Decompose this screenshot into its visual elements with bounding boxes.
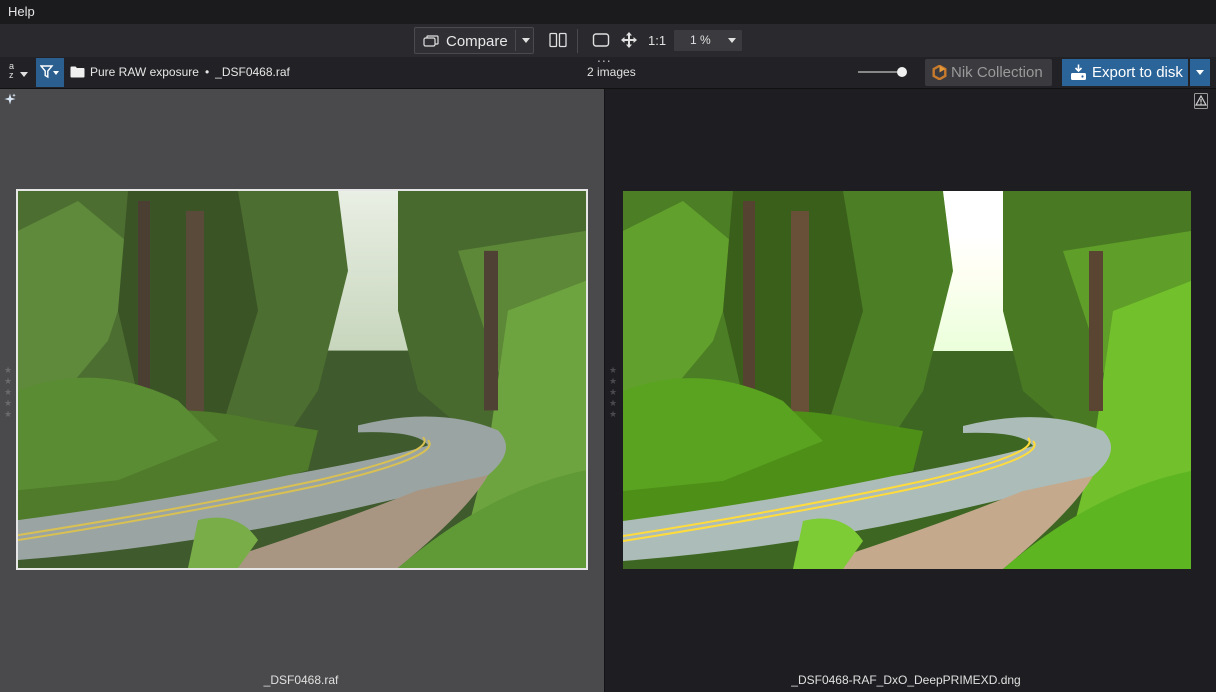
compare-icon (423, 35, 439, 47)
chevron-down-icon (728, 38, 736, 43)
star-icon[interactable]: ★ (4, 387, 12, 397)
breadcrumb-folder[interactable]: Pure RAW exposure (90, 65, 199, 79)
export-to-disk-button[interactable]: Export to disk (1062, 59, 1188, 86)
compare-button[interactable]: Compare (414, 27, 534, 54)
sort-button[interactable]: az (6, 60, 32, 86)
breadcrumb: Pure RAW exposure • _DSF0468.raf (90, 65, 290, 79)
toolbar-separator (577, 29, 578, 53)
warning-icon (1194, 93, 1208, 109)
nik-collection-button[interactable]: Nik Collection (925, 59, 1052, 86)
chevron-down-icon[interactable] (520, 34, 532, 46)
star-icon[interactable]: ★ (4, 376, 12, 386)
star-icon[interactable]: ★ (609, 365, 617, 375)
sparkle-icon (4, 93, 16, 105)
split-view-icon[interactable] (549, 32, 567, 48)
nik-logo-icon (932, 65, 947, 80)
star-icon[interactable]: ★ (4, 409, 12, 419)
nik-collection-label: Nik Collection (951, 64, 1043, 81)
compare-label: Compare (446, 33, 508, 50)
menu-bar: Help (0, 0, 1216, 24)
star-rating[interactable]: ★ ★ ★ ★ ★ (609, 365, 619, 420)
folder-icon (70, 66, 85, 78)
menu-help[interactable]: Help (8, 4, 35, 19)
chevron-down-icon (20, 72, 28, 77)
path-bar: az Pure RAW exposure • _DSF0468.raf ... 2 … (0, 49, 1216, 89)
slider-thumb[interactable] (897, 67, 907, 77)
viewer-pane-processed[interactable]: ★ ★ ★ ★ ★ _DSF0468-RAF_DxO_DeepPRIMEXD.d… (605, 89, 1216, 692)
zoom-select[interactable]: 1 % (674, 30, 742, 51)
move-icon[interactable] (620, 31, 638, 49)
star-rating[interactable]: ★ ★ ★ ★ ★ (4, 365, 14, 420)
forest-road-photo (18, 191, 586, 568)
compare-divider (515, 30, 516, 51)
photo-original[interactable] (16, 189, 588, 570)
filter-button[interactable] (36, 58, 64, 87)
fit-screen-icon[interactable] (592, 32, 610, 48)
export-options-button[interactable] (1190, 59, 1210, 86)
star-icon[interactable]: ★ (4, 398, 12, 408)
star-icon[interactable]: ★ (609, 376, 617, 386)
export-to-disk-label: Export to disk (1092, 64, 1183, 81)
photo-processed[interactable] (623, 191, 1191, 569)
breadcrumb-separator: • (204, 65, 210, 79)
filter-icon (40, 65, 59, 79)
viewer-pane-original[interactable]: ★ ★ ★ ★ ★ _DSF0468.raf (0, 89, 604, 692)
image-count: 2 images (587, 65, 636, 79)
star-icon[interactable]: ★ (609, 387, 617, 397)
zoom-100-button[interactable]: 1:1 (648, 33, 666, 48)
star-icon[interactable]: ★ (609, 409, 617, 419)
thumbnail-size-slider[interactable] (858, 66, 914, 78)
breadcrumb-file: _DSF0468.raf (215, 65, 290, 79)
chevron-down-icon (1196, 70, 1204, 75)
star-icon[interactable]: ★ (609, 398, 617, 408)
zoom-value: 1 % (690, 33, 711, 47)
star-icon[interactable]: ★ (4, 365, 12, 375)
sort-az-icon: az (9, 61, 15, 80)
panel-resize-handle[interactable]: ... (597, 49, 612, 65)
export-icon (1071, 64, 1086, 80)
forest-road-photo (623, 191, 1191, 569)
image-filename: _DSF0468.raf (263, 673, 339, 687)
image-filename: _DSF0468-RAF_DxO_DeepPRIMEXD.dng (791, 673, 1021, 687)
